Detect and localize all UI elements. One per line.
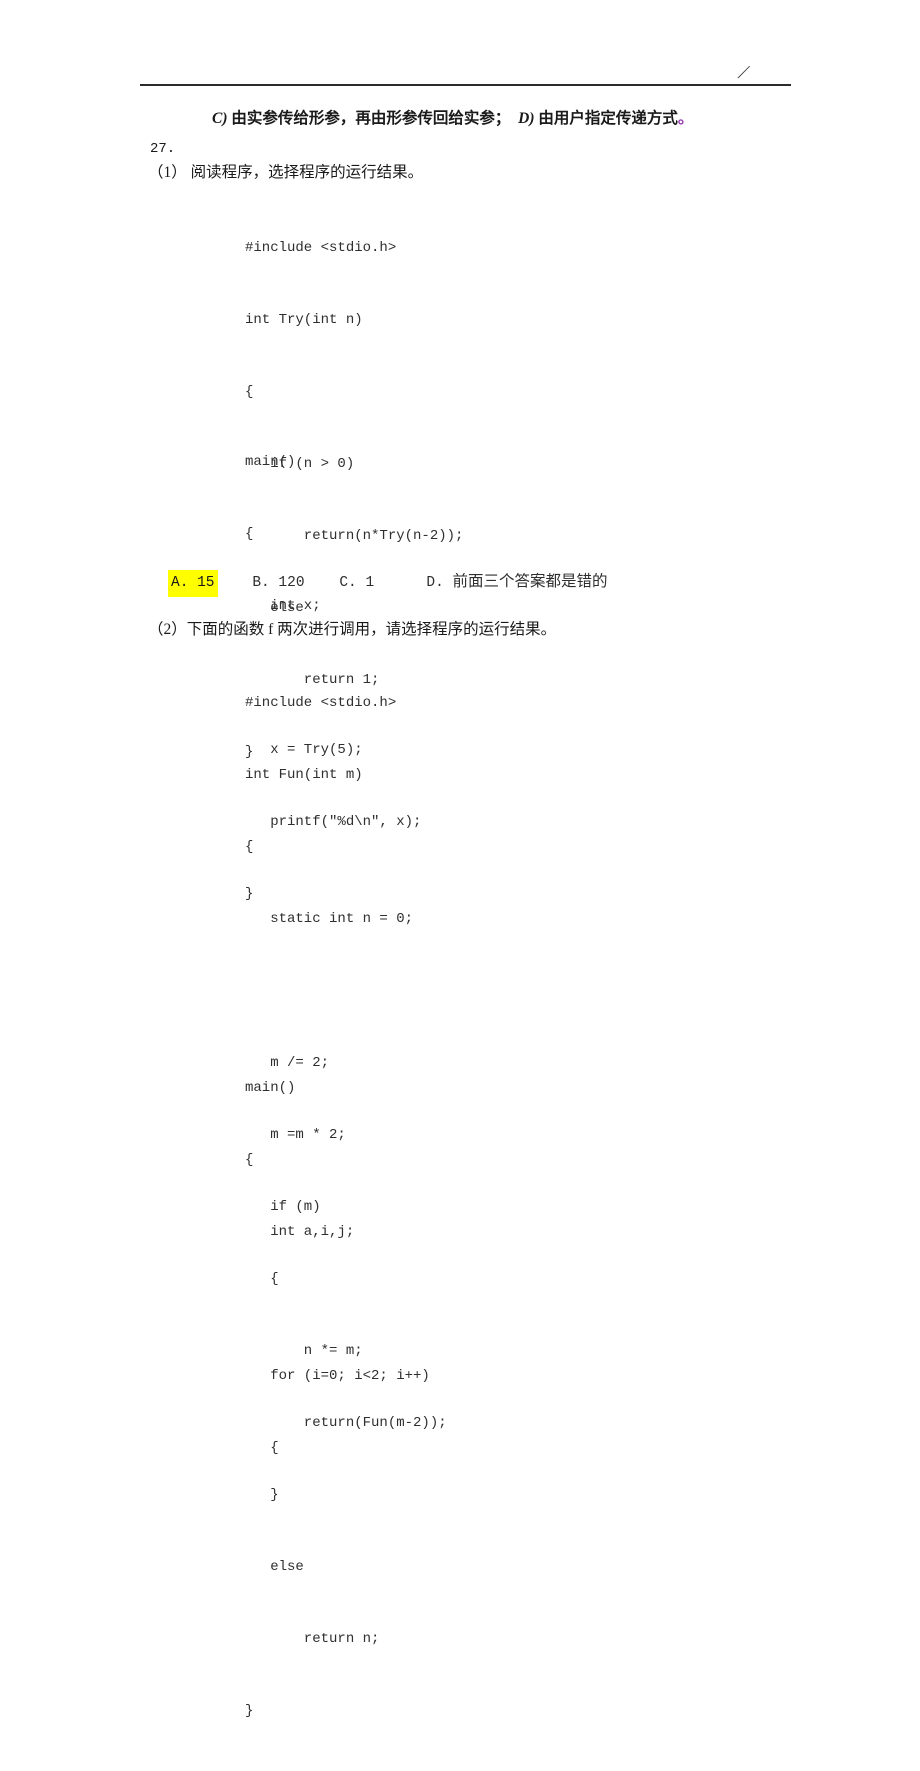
code-line: {: [245, 1440, 279, 1456]
code-line: main(): [245, 1080, 296, 1096]
code-line: for (i=0; i<2; i++): [245, 1368, 430, 1384]
answer-option-c[interactable]: C. 1: [339, 571, 374, 595]
document-page: ∕ C) 由实参传给形参，再由形参传回给实参； D) 由用户指定传递方式。 27…: [0, 0, 920, 1719]
answer-gap-2: [305, 575, 340, 591]
code-line: {: [245, 839, 254, 855]
option-gap: [510, 110, 518, 127]
subquestion-2-text: 下面的函数 f 两次进行调用，请选择程序的运行结果。: [186, 621, 557, 638]
answer-option-d-text[interactable]: 前面三个答案都是错的: [453, 570, 608, 594]
code-line: {: [245, 384, 254, 400]
answer-option-a[interactable]: A. 15: [168, 570, 218, 597]
answer-gap-1: [218, 575, 253, 591]
trailing-period: 。: [677, 110, 694, 127]
code-line: }: [245, 1703, 254, 1719]
question-number-27: 27.: [150, 137, 175, 160]
option-c-label: 由实参传给形参，再由形参传回给实参；: [231, 110, 511, 127]
code-line: {: [245, 526, 254, 542]
pen-stroke-mark: ∕: [740, 59, 748, 85]
subquestion-1-text: 阅读程序，选择程序的运行结果。: [190, 164, 424, 181]
options-line-cd: C) 由实参传给形参，再由形参传回给实参； D) 由用户指定传递方式。: [212, 108, 693, 130]
code-line: {: [245, 1152, 254, 1168]
code-line: #include <stdio.h>: [245, 695, 397, 711]
question-number-text: 27.: [150, 141, 176, 157]
code-line: int Fun(int m): [245, 767, 363, 783]
answer-gap-3: [374, 575, 426, 591]
subquestion-1: （1） 阅读程序，选择程序的运行结果。: [148, 162, 423, 184]
code-line: return n;: [245, 1631, 380, 1647]
code-line: else: [245, 1559, 304, 1575]
option-d-tag: D): [518, 110, 535, 127]
code-line: main(): [245, 454, 296, 470]
answer-option-b[interactable]: B. 120: [252, 571, 304, 595]
code-line: int x;: [245, 598, 321, 614]
code-line: static int n = 0;: [245, 911, 414, 927]
option-c-tag: C): [212, 110, 228, 127]
option-d-label: 由用户指定传递方式: [538, 110, 678, 127]
header-horizontal-rule: [140, 84, 791, 86]
subquestion-2: （2）下面的函数 f 两次进行调用，请选择程序的运行结果。: [148, 619, 556, 641]
code-line: int Try(int n): [245, 312, 363, 328]
code-line: int a,i,j;: [245, 1224, 355, 1240]
answer-option-d[interactable]: D.: [426, 571, 443, 595]
code-block-main-fun: main() { int a,i,j; for (i=0; i<2; i++) …: [245, 1028, 430, 1508]
answer-gap-4: [444, 575, 453, 591]
subquestion-2-label: （2）: [148, 621, 187, 638]
subquestion-1-label: （1）: [148, 164, 187, 181]
code-line: #include <stdio.h>: [245, 240, 397, 256]
answer-options-row-q1: A. 15 B. 120 C. 1 D. 前面三个答案都是错的: [168, 570, 608, 597]
